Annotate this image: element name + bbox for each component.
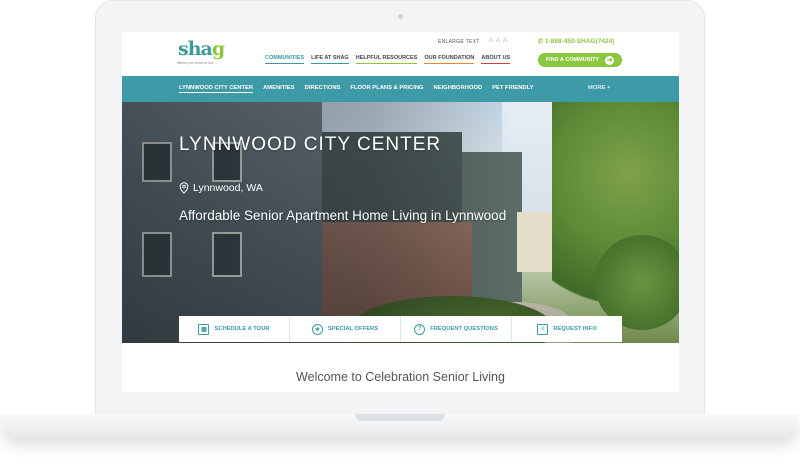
phone-link[interactable]: ✆ 1-888-450-SHAG(7424) bbox=[538, 38, 614, 45]
quick-link-label: SPECIAL OFFERS bbox=[327, 326, 379, 332]
text-size-options[interactable]: A A A bbox=[489, 38, 508, 44]
nav-communities[interactable]: COMMUNITIES bbox=[265, 55, 305, 64]
schedule-tour-link[interactable]: ▦ SCHEDULE A TOUR bbox=[179, 316, 290, 342]
main-nav: COMMUNITIES LIFE AT SHAG HELPFUL RESOURC… bbox=[265, 55, 511, 64]
welcome-heading: Welcome to Celebration Senior Living bbox=[296, 370, 505, 384]
community-subtitle: Affordable Senior Apartment Home Living … bbox=[179, 208, 507, 223]
nav-life-at-shag[interactable]: LIFE AT SHAG bbox=[311, 55, 349, 64]
phone-number: 1-888-450-SHAG(7424) bbox=[545, 38, 615, 45]
find-community-label: FIND A COMMUNITY bbox=[545, 57, 600, 63]
community-location: Lynnwood, WA bbox=[179, 182, 263, 194]
question-icon: ? bbox=[414, 323, 426, 335]
subnav-directions[interactable]: DIRECTIONS bbox=[305, 85, 341, 93]
logo-accent: g bbox=[211, 38, 225, 60]
nav-helpful-resources[interactable]: HELPFUL RESOURCES bbox=[355, 55, 418, 64]
quick-link-label: FREQUENT QUESTIONS bbox=[430, 326, 498, 332]
request-info-link[interactable]: ≡ REQUEST INFO bbox=[512, 316, 622, 342]
clipboard-icon: ≡ bbox=[537, 323, 549, 335]
site-header: shag Where you thrive to live ENLARGE TE… bbox=[122, 32, 679, 76]
website-screen: shag Where you thrive to live ENLARGE TE… bbox=[122, 32, 679, 392]
hero-section: LYNNWOOD CITY CENTER Lynnwood, WA Afford… bbox=[122, 102, 679, 343]
community-subnav: LYNNWOOD CITY CENTER AMENITIES DIRECTION… bbox=[122, 76, 679, 102]
enlarge-text-label: ENLARGE TEXT bbox=[438, 39, 480, 45]
logo-tagline: Where you thrive to live bbox=[177, 61, 214, 65]
quick-links-bar: ▦ SCHEDULE A TOUR ★ SPECIAL OFFERS ? FRE… bbox=[179, 316, 622, 342]
quick-link-label: SCHEDULE A TOUR bbox=[214, 326, 270, 332]
special-offers-link[interactable]: ★ SPECIAL OFFERS bbox=[290, 316, 401, 342]
subnav-lynnwood-city-center[interactable]: LYNNWOOD CITY CENTER bbox=[179, 85, 254, 93]
subnav-more[interactable]: MORE + bbox=[588, 85, 610, 91]
quick-link-label: REQUEST INFO bbox=[553, 326, 597, 332]
logo-main: sha bbox=[178, 38, 213, 60]
laptop-notch bbox=[355, 414, 445, 421]
subnav-amenities[interactable]: AMENITIES bbox=[263, 85, 295, 93]
frequent-questions-link[interactable]: ? FREQUENT QUESTIONS bbox=[401, 316, 512, 342]
community-title: LYNNWOOD CITY CENTER bbox=[179, 134, 442, 155]
laptop-camera bbox=[398, 14, 403, 19]
find-community-button[interactable]: FIND A COMMUNITY ➔ bbox=[538, 53, 622, 67]
calendar-icon: ▦ bbox=[198, 323, 210, 335]
subnav-pet-friendly[interactable]: PET FRIENDLY bbox=[492, 85, 533, 93]
phone-icon: ✆ bbox=[538, 39, 544, 45]
star-icon: ★ bbox=[311, 323, 323, 335]
nav-our-foundation[interactable]: OUR FOUNDATION bbox=[424, 55, 475, 64]
nav-about-us[interactable]: ABOUT US bbox=[481, 55, 511, 64]
subnav-floor-plans[interactable]: FLOOR PLANS & PRICING bbox=[350, 85, 423, 93]
arrow-right-icon: ➔ bbox=[605, 55, 615, 65]
map-pin-icon bbox=[179, 182, 189, 194]
subnav-neighborhood[interactable]: NEIGHBORHOOD bbox=[434, 85, 483, 93]
location-text: Lynnwood, WA bbox=[193, 182, 263, 194]
shag-logo[interactable]: shag bbox=[178, 38, 225, 60]
